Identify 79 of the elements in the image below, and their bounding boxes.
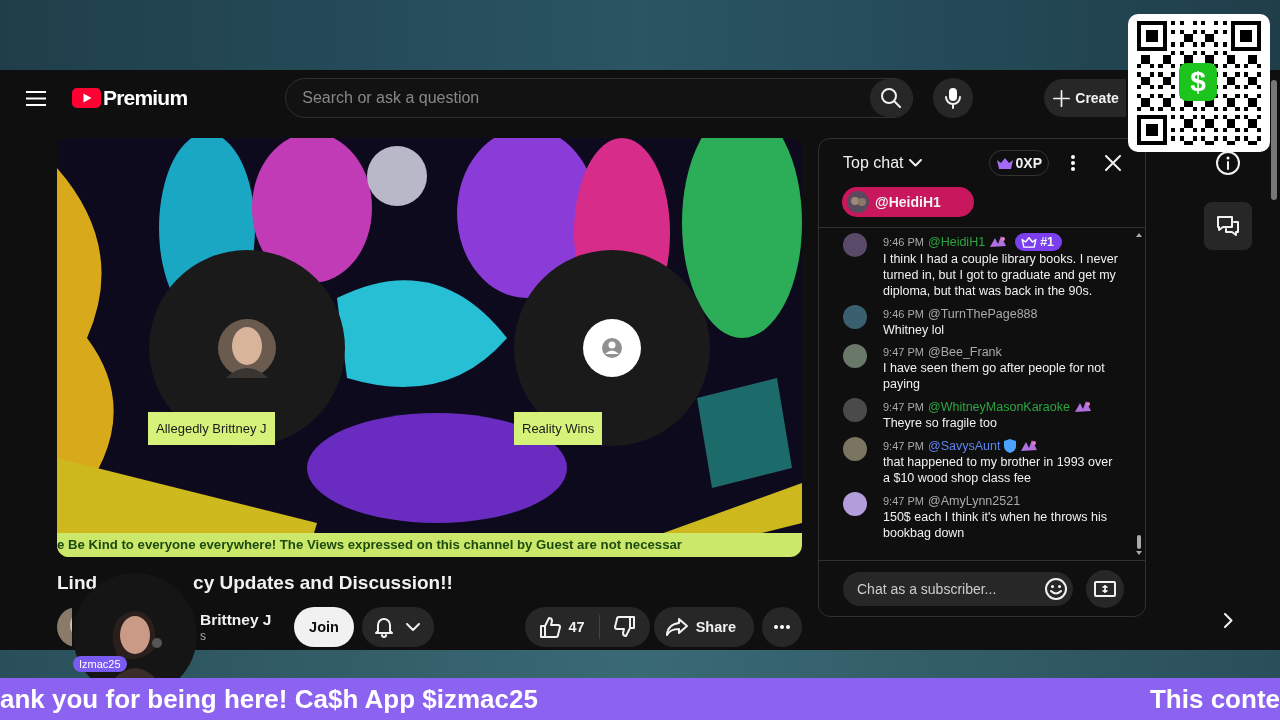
like-button[interactable]: 47 bbox=[524, 607, 599, 647]
chat-input-bar[interactable]: Chat as a subscriber... bbox=[843, 571, 1073, 606]
chat-input-field[interactable]: Chat as a subscriber... bbox=[855, 579, 1045, 598]
user-avatar bbox=[843, 491, 867, 516]
create-button[interactable]: Create bbox=[1044, 79, 1127, 117]
show-chat-button[interactable] bbox=[1204, 202, 1252, 250]
smiley-icon bbox=[1045, 577, 1067, 600]
chat-bubbles-icon bbox=[1216, 214, 1240, 238]
author-name[interactable]: @AmyLynn2521 bbox=[927, 493, 1021, 508]
crown-icon bbox=[995, 156, 1014, 170]
author-name[interactable]: @WhitneyMasonKaraoke bbox=[927, 400, 1070, 415]
thumbs-up-icon bbox=[538, 616, 561, 638]
menu-button[interactable] bbox=[26, 90, 46, 106]
message-text: that happened to my brother in 1993 over a $10 wood shop class fee bbox=[883, 453, 1114, 486]
author-name[interactable]: @SavysAunt bbox=[927, 438, 1001, 453]
guest-name-label: Reality Wins bbox=[514, 412, 603, 445]
user-avatar bbox=[843, 343, 867, 368]
message-text: I think I had a couple library books. I never turned in, but I got to graduate and get my diploma, but that was back in the 90s. bbox=[883, 251, 1119, 299]
bell-icon bbox=[374, 616, 394, 638]
message-time: 9:47 PM bbox=[883, 346, 924, 359]
logo-text[interactable]: Premium bbox=[103, 86, 188, 110]
money-icon bbox=[1094, 580, 1116, 597]
plus-icon bbox=[1053, 89, 1071, 107]
user-avatar bbox=[218, 318, 276, 378]
thumbs-down-icon bbox=[613, 616, 636, 638]
crown-icon bbox=[1021, 236, 1038, 248]
menu-icon bbox=[26, 90, 46, 106]
scrolling-message: ank you for being here! Ca$h App $izmac25 bbox=[0, 683, 538, 715]
author-name[interactable]: @TurnThePage888 bbox=[927, 306, 1038, 321]
user-avatar bbox=[843, 398, 867, 423]
search-icon bbox=[881, 88, 902, 108]
video-title: cy Updates and Discussion!! bbox=[193, 572, 453, 594]
microphone-button[interactable] bbox=[933, 78, 974, 118]
author-name[interactable]: @HeidiH1 bbox=[927, 235, 986, 249]
user-avatar bbox=[843, 305, 867, 329]
ticker-text: e Be Kind to everyone everywhere! The Views expressed on this channel by Guest are not necessar bbox=[57, 533, 802, 557]
microphone-icon bbox=[945, 87, 962, 109]
scrolling-message: This conte bbox=[1150, 683, 1280, 715]
search-button[interactable] bbox=[870, 79, 913, 117]
share-button[interactable]: Share bbox=[653, 607, 754, 647]
share-arrow-icon bbox=[665, 618, 688, 636]
search-field[interactable]: Search or ask a question bbox=[300, 88, 871, 108]
default-avatar-icon bbox=[583, 319, 641, 377]
notification-button[interactable] bbox=[362, 607, 434, 647]
channel-name[interactable]: Brittney J bbox=[200, 611, 294, 629]
app-logo: $ bbox=[1179, 63, 1217, 101]
author-name[interactable]: @Bee_Frank bbox=[927, 345, 1002, 360]
webcam-name-label: Izmac25 bbox=[73, 656, 127, 672]
chat-mode-dropdown[interactable]: Top chat bbox=[843, 154, 923, 172]
rank-text: #1 bbox=[1040, 234, 1055, 250]
message-time: 9:47 PM bbox=[883, 494, 924, 507]
user-avatar bbox=[847, 191, 869, 213]
caret-icon bbox=[909, 159, 923, 167]
caret-icon bbox=[406, 623, 420, 631]
super-chat-button[interactable] bbox=[1086, 569, 1124, 608]
message-time: 9:46 PM bbox=[883, 307, 924, 320]
subscriber-count: s bbox=[200, 629, 207, 643]
guest-name-label: Allegedly Brittney J bbox=[148, 412, 275, 445]
pinned-user-chip[interactable]: @HeidiH1 bbox=[842, 187, 974, 217]
emoji-button[interactable] bbox=[1045, 577, 1067, 600]
user-avatar bbox=[843, 437, 867, 462]
video-title: Lind bbox=[57, 572, 98, 594]
join-button[interactable]: Join bbox=[294, 607, 354, 647]
message-time: 9:47 PM bbox=[883, 439, 924, 452]
message-text: 150$ each I think it's when he throws his bookbag down bbox=[883, 508, 1109, 541]
message-time: 9:47 PM bbox=[883, 401, 924, 414]
message-time: 9:46 PM bbox=[883, 236, 924, 248]
message-text: I have seen them go after people for not paying bbox=[883, 360, 1106, 393]
message-text: Whitney lol bbox=[883, 321, 946, 338]
play-logo-icon bbox=[72, 88, 101, 108]
more-vertical-icon bbox=[1071, 155, 1075, 171]
user-avatar bbox=[843, 233, 867, 257]
close-icon bbox=[1105, 155, 1121, 171]
more-button[interactable] bbox=[762, 607, 802, 647]
info-button[interactable] bbox=[1216, 151, 1240, 175]
chevron-right-icon bbox=[1223, 612, 1233, 628]
more-horizontal-icon bbox=[774, 625, 790, 629]
message-text: Theyre so fragile too bbox=[883, 415, 998, 432]
search-bar[interactable]: Search or ask a question bbox=[285, 78, 914, 118]
